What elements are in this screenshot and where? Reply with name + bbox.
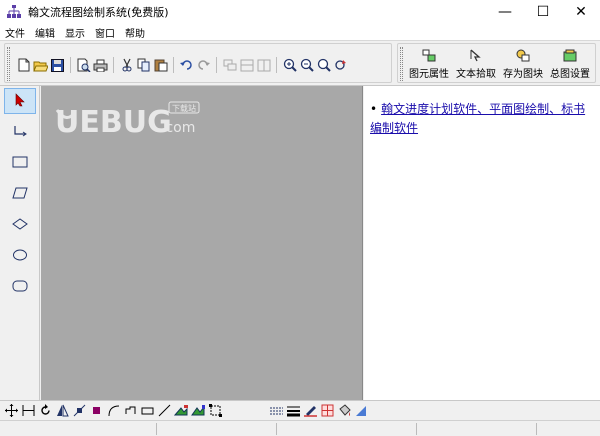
shape-properties-icon — [421, 48, 437, 63]
ellipse-tool[interactable] — [4, 243, 36, 269]
shape-properties-button[interactable]: 图元属性 — [406, 48, 452, 80]
redo-icon[interactable] — [195, 57, 212, 73]
bracket-icon[interactable] — [122, 403, 139, 419]
rotate-icon[interactable] — [37, 403, 54, 419]
info-panel: • 翰文进度计划软件、平面图绘制、标书编制软件 — [364, 86, 600, 400]
shape-properties-label: 图元属性 — [409, 69, 449, 80]
menu-bar: 文件 编辑 显示 窗口 帮助 — [0, 24, 600, 40]
status-divider — [536, 423, 537, 435]
print-icon[interactable] — [92, 57, 109, 73]
align-width-icon[interactable] — [20, 403, 37, 419]
insert-image-icon[interactable] — [173, 403, 190, 419]
flip-horizontal-icon[interactable] — [54, 403, 71, 419]
refresh-icon[interactable] — [332, 57, 349, 73]
ellipse-icon — [12, 249, 28, 264]
rounded-rectangle-icon — [12, 280, 28, 295]
drawing-settings-label: 总图设置 — [550, 69, 590, 80]
color-triangle-icon[interactable] — [353, 403, 370, 419]
move-icon[interactable] — [3, 403, 20, 419]
watermark-text: UEBUG — [55, 105, 172, 140]
open-folder-icon[interactable] — [32, 57, 49, 73]
elbow-connector-icon — [13, 124, 27, 141]
paste-icon[interactable] — [152, 57, 169, 73]
edit-toolbar — [0, 400, 600, 420]
send-back-icon[interactable] — [238, 57, 255, 73]
copy-icon[interactable] — [135, 57, 152, 73]
status-bar — [0, 420, 600, 436]
watermark-badge: 下载站 — [172, 103, 196, 113]
diamond-icon — [12, 217, 28, 233]
print-preview-icon[interactable] — [75, 57, 92, 73]
crop-icon[interactable] — [207, 403, 224, 419]
insert-picture-icon[interactable] — [190, 403, 207, 419]
menu-edit[interactable]: 编辑 — [30, 25, 60, 40]
toolbar-grip[interactable] — [400, 47, 403, 81]
select-tool[interactable] — [4, 88, 36, 114]
menu-view[interactable]: 显示 — [60, 25, 90, 40]
window-title: 翰文流程图绘制系统(免费版) — [28, 6, 169, 19]
cut-icon[interactable] — [118, 57, 135, 73]
rectangle-tool[interactable] — [4, 150, 36, 176]
parallelogram-tool[interactable] — [4, 181, 36, 207]
node-edit-icon[interactable] — [71, 403, 88, 419]
app-icon — [6, 4, 22, 20]
drawing-settings-button[interactable]: 总图设置 — [547, 48, 593, 80]
arc-icon[interactable] — [105, 403, 122, 419]
save-icon[interactable] — [49, 57, 66, 73]
undo-icon[interactable] — [178, 57, 195, 73]
dashed-line-icon[interactable] — [268, 403, 285, 419]
title-bar: 翰文流程图绘制系统(免费版) — ☐ ✕ — [0, 0, 600, 24]
text-pick-button[interactable]: 文本拾取 — [453, 48, 499, 80]
group-icon[interactable] — [255, 57, 272, 73]
minimize-button[interactable]: — — [486, 0, 524, 24]
status-divider — [276, 423, 277, 435]
parallelogram-icon — [12, 187, 28, 202]
standard-toolbar — [4, 43, 392, 83]
toolbar-grip[interactable] — [7, 47, 10, 81]
new-file-icon[interactable] — [15, 57, 32, 73]
zoom-in-icon[interactable] — [281, 57, 298, 73]
diamond-tool[interactable] — [4, 212, 36, 238]
drawing-settings-icon — [562, 48, 578, 63]
status-divider — [416, 423, 417, 435]
status-divider — [156, 423, 157, 435]
menu-window[interactable]: 窗口 — [90, 25, 120, 40]
watermark-logo: UEBUG .com 下载站 — [53, 100, 233, 143]
maximize-button[interactable]: ☐ — [524, 0, 562, 24]
fill-bucket-icon[interactable] — [336, 403, 353, 419]
line-style-icon[interactable] — [285, 403, 302, 419]
zoom-fit-icon[interactable] — [315, 57, 332, 73]
shape-palette — [0, 86, 40, 400]
rounded-rectangle-tool[interactable] — [4, 274, 36, 300]
pointer-arrow-icon — [14, 92, 26, 110]
rectangle-icon — [12, 156, 28, 171]
product-link[interactable]: 翰文进度计划软件、平面图绘制、标书编制软件 — [370, 102, 585, 135]
connector-tool[interactable] — [4, 119, 36, 145]
rect-frame-icon[interactable] — [139, 403, 156, 419]
line-icon[interactable] — [156, 403, 173, 419]
close-button[interactable]: ✕ — [562, 0, 600, 24]
drawing-canvas[interactable]: UEBUG .com 下载站 — [41, 86, 363, 400]
watermark-suffix: .com — [161, 120, 195, 136]
fill-square-icon[interactable] — [88, 403, 105, 419]
menu-file[interactable]: 文件 — [0, 25, 30, 40]
save-block-label: 存为图块 — [503, 69, 543, 80]
bring-front-icon[interactable] — [221, 57, 238, 73]
save-block-icon — [515, 48, 531, 63]
text-pick-icon — [468, 48, 484, 63]
zoom-out-icon[interactable] — [298, 57, 315, 73]
drawing-toolbar: 图元属性 文本拾取 存为图块 总图设置 — [397, 43, 596, 83]
bullet-icon: • — [370, 102, 378, 116]
save-block-button[interactable]: 存为图块 — [500, 48, 546, 80]
toolbar: 图元属性 文本拾取 存为图块 总图设置 — [0, 40, 600, 86]
pen-color-icon[interactable] — [302, 403, 319, 419]
grid-icon[interactable] — [319, 403, 336, 419]
text-pick-label: 文本拾取 — [456, 69, 496, 80]
menu-help[interactable]: 帮助 — [120, 25, 150, 40]
